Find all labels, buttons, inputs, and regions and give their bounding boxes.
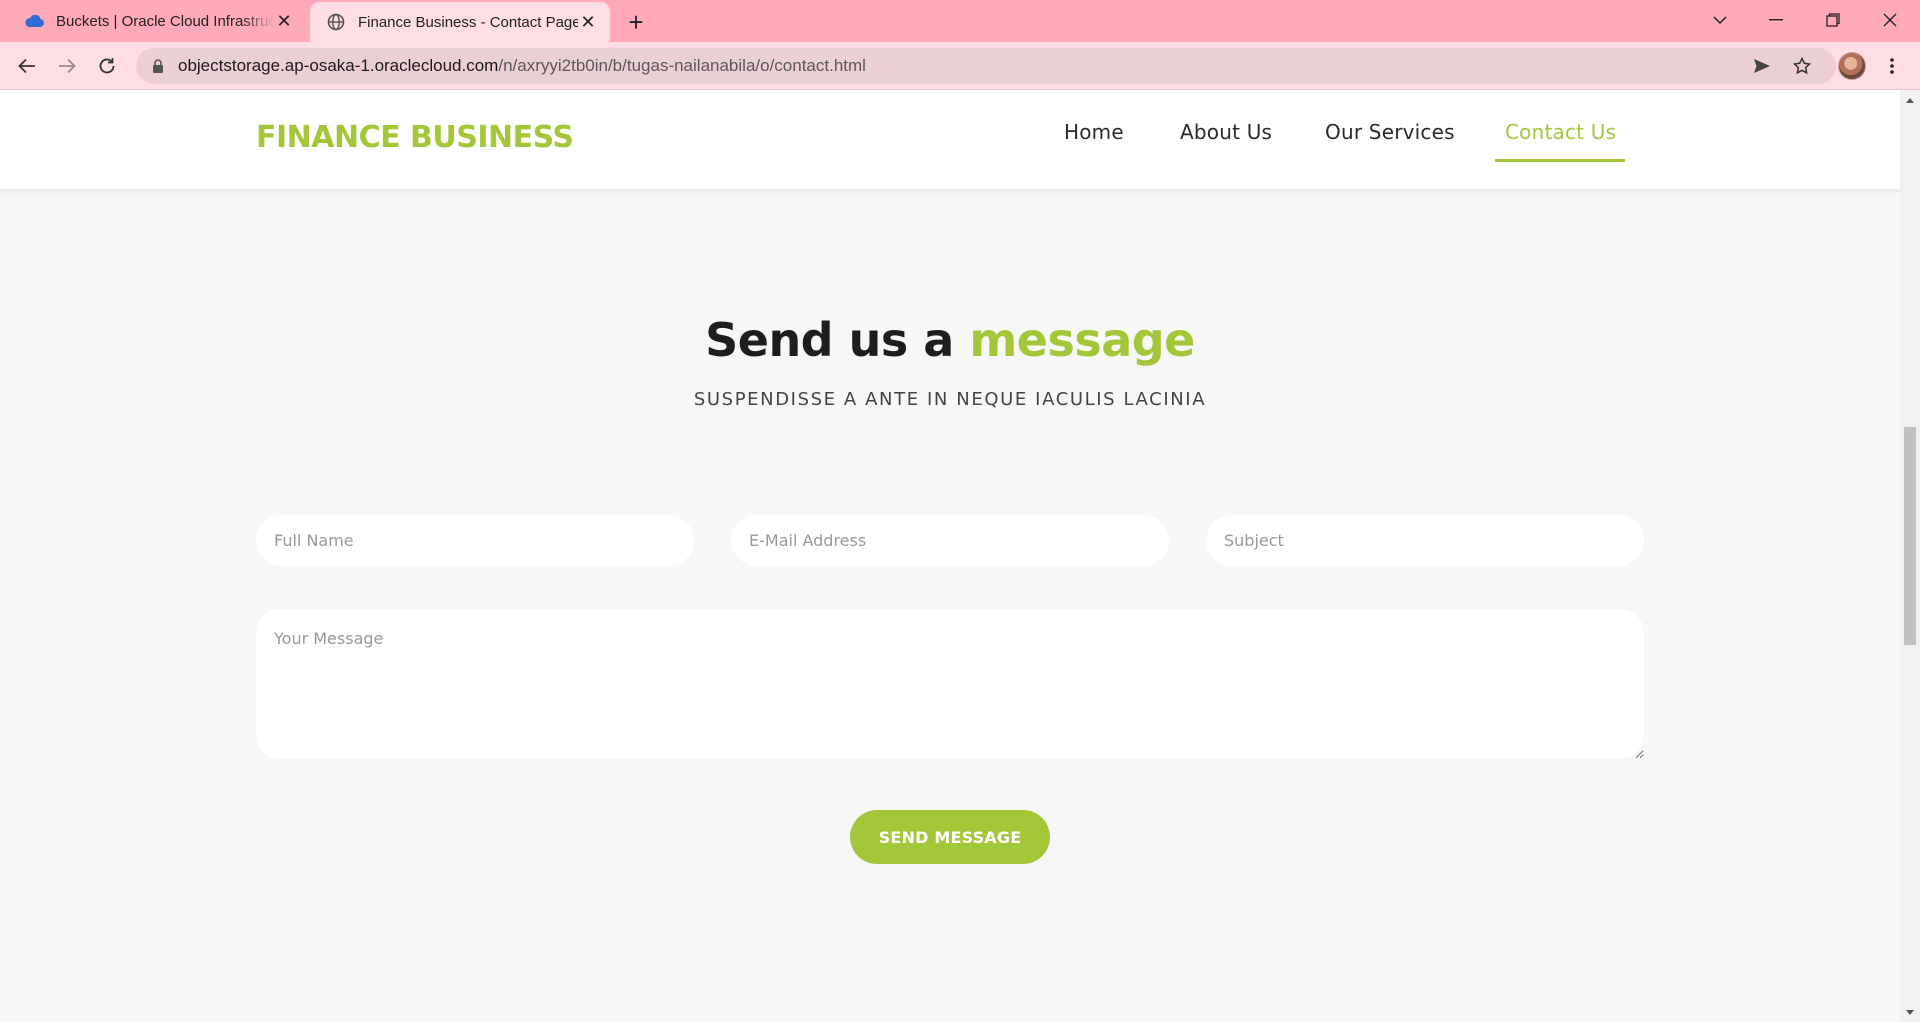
browser-toolbar: objectstorage.ap-osaka-1.oraclecloud.com… — [0, 42, 1920, 90]
tab-search-chevron-icon[interactable] — [1692, 0, 1748, 40]
browser-tab-oracle[interactable]: Buckets | Oracle Cloud Infrastructure ✕ — [8, 0, 306, 42]
section-subtitle: SUSPENDISSE A ANTE IN NEQUE IACULIS LACI… — [693, 389, 1207, 410]
section-title-main: Send us a — [705, 313, 970, 367]
send-page-icon[interactable] — [1752, 56, 1772, 76]
browser-tab-strip: Buckets | Oracle Cloud Infrastructure ✕ … — [0, 0, 1920, 42]
nav-home[interactable]: Home — [1064, 120, 1124, 144]
scroll-down-arrow-icon[interactable] — [1900, 1004, 1920, 1020]
back-arrow-icon[interactable] — [11, 50, 43, 82]
url-text: objectstorage.ap-osaka-1.oraclecloud.com… — [178, 56, 866, 76]
section-title-accent: message — [969, 313, 1195, 367]
close-icon[interactable]: ✕ — [578, 12, 598, 32]
close-icon[interactable]: ✕ — [274, 11, 294, 31]
page-scrollbar[interactable] — [1900, 90, 1920, 1022]
new-tab-button[interactable]: + — [622, 7, 650, 37]
more-vert-icon[interactable] — [1880, 54, 1904, 78]
site-header: FINANCE BUSINESS Home About Us Our Servi… — [0, 90, 1900, 189]
bookmark-star-icon[interactable] — [1792, 56, 1812, 76]
message-textarea[interactable] — [256, 609, 1644, 759]
reload-icon[interactable] — [91, 50, 123, 82]
tab-title: Finance Business - Contact Page — [358, 13, 578, 31]
tab-title: Buckets | Oracle Cloud Infrastructure — [56, 12, 274, 30]
url-path: /n/axryyi2tb0in/b/tugas-nailanabila/o/co… — [498, 56, 866, 75]
forward-arrow-icon[interactable] — [51, 50, 83, 82]
minimize-icon[interactable] — [1748, 0, 1804, 40]
window-close-icon[interactable] — [1862, 0, 1918, 40]
profile-avatar[interactable] — [1838, 52, 1866, 80]
nav-about-us[interactable]: About Us — [1180, 120, 1272, 144]
scroll-up-arrow-icon[interactable] — [1900, 92, 1920, 108]
subject-input[interactable] — [1206, 515, 1644, 566]
full-name-input[interactable] — [256, 515, 694, 566]
email-input[interactable] — [731, 515, 1169, 566]
send-message-button[interactable]: SEND MESSAGE — [850, 810, 1050, 864]
restore-icon[interactable] — [1805, 0, 1861, 40]
lock-icon[interactable] — [150, 58, 166, 74]
cloud-icon — [24, 11, 44, 31]
address-bar[interactable]: objectstorage.ap-osaka-1.oraclecloud.com… — [136, 48, 1836, 84]
section-title: Send us a message — [0, 313, 1900, 367]
nav-contact-us[interactable]: Contact Us — [1505, 120, 1616, 144]
page-viewport: FINANCE BUSINESS Home About Us Our Servi… — [0, 90, 1900, 1022]
site-logo[interactable]: FINANCE BUSINESS — [256, 120, 574, 155]
url-host: objectstorage.ap-osaka-1.oraclecloud.com — [178, 56, 499, 75]
active-nav-underline — [1495, 159, 1625, 162]
nav-our-services[interactable]: Our Services — [1325, 120, 1455, 144]
scrollbar-thumb[interactable] — [1904, 427, 1916, 645]
globe-icon — [326, 12, 346, 32]
browser-tab-finance[interactable]: Finance Business - Contact Page ✕ — [310, 2, 610, 42]
